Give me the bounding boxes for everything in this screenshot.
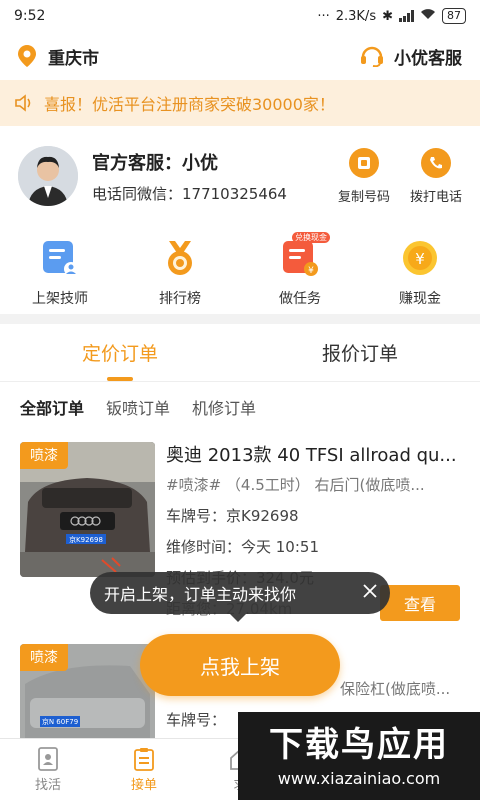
close-icon[interactable]: [362, 583, 378, 603]
top-bar: 重庆市 小优客服: [0, 32, 480, 80]
section-divider: [0, 314, 480, 324]
headset-icon: [361, 46, 383, 67]
status-time: 9:52: [14, 8, 46, 24]
customer-service-button[interactable]: 小优客服: [360, 44, 462, 69]
call-button[interactable]: 拨打电话: [409, 147, 462, 205]
nav-label: 找活: [34, 777, 61, 793]
nav-label: 接单: [130, 777, 157, 793]
plate-text: 京K92698: [69, 535, 103, 544]
location-selector[interactable]: 重庆市: [18, 44, 99, 69]
city-label: 重庆市: [48, 48, 99, 69]
task-doc-icon: ¥ 兑换现金: [280, 232, 330, 278]
menu-item-earn-cash[interactable]: ¥ 赚现金: [370, 238, 470, 312]
menu-label: 上架技师: [32, 291, 88, 307]
status-icons: ··· 2.3K/s ✱ 87: [317, 8, 466, 24]
contact-phone: 电话同微信：17710325464: [92, 184, 287, 203]
contact-name: 官方客服：小优: [92, 152, 218, 174]
listing-tooltip: 开启上架，订单主动来找你: [90, 572, 390, 622]
menu-item-tasks[interactable]: ¥ 兑换现金 做任务: [250, 232, 350, 312]
menu-label: 做任务: [279, 291, 321, 307]
profile-doc-icon: [38, 746, 58, 771]
filter-mechanical-orders[interactable]: 机修订单: [192, 395, 256, 419]
tooltip-text: 开启上架，订单主动来找你: [104, 585, 297, 604]
car-photo: 京K92698 喷漆: [20, 442, 155, 577]
avatar: [18, 146, 78, 206]
watermark: 下载鸟应用 www.xiazainiao.com: [238, 712, 480, 800]
watermark-url: www.xiazainiao.com: [277, 768, 441, 788]
menu-label: 赚现金: [399, 291, 441, 307]
order-plate: 车牌号：京K92698: [166, 507, 299, 525]
network-speed: 2.3K/s: [335, 8, 377, 24]
nav-find-work[interactable]: 找活: [0, 739, 96, 800]
order-title: 奥迪 2013款 40 TFSI allroad qu...: [166, 445, 457, 466]
filter-all-orders[interactable]: 全部订单: [20, 395, 84, 419]
bluetooth-icon: ✱: [382, 8, 393, 24]
copy-icon: [348, 147, 379, 178]
notice-banner[interactable]: 喜报！优活平台注册商家突破30000家！: [0, 80, 480, 126]
menu-item-list-technician[interactable]: 上架技师: [10, 238, 110, 312]
feature-menu: 上架技师 排行榜 ¥ 兑换现金 做任务 ¥ 赚现金: [0, 232, 480, 312]
call-label: 拨打电话: [409, 189, 462, 205]
svg-text:¥: ¥: [415, 250, 425, 268]
order-type-tabs: 定价订单 报价订单: [0, 324, 480, 382]
signal-icon: [399, 10, 414, 22]
svg-text:¥: ¥: [308, 266, 314, 276]
car-photo: 京N 60F79 喷漆: [20, 644, 155, 738]
contact-card: 官方客服：小优 电话同微信：17710325464 复制号码 拨打电话: [0, 134, 480, 218]
order-filter-tabs: 全部订单 钣喷订单 机修订单: [20, 392, 256, 422]
plate-text: 京N 60F79: [42, 717, 78, 726]
go-online-button[interactable]: 点我上架: [140, 634, 340, 696]
filter-body-paint-orders[interactable]: 钣喷订单: [106, 395, 170, 419]
copy-number-button[interactable]: 复制号码: [337, 147, 390, 205]
notice-text: 喜报！优活平台注册商家突破30000家！: [44, 95, 335, 114]
watermark-title: 下载鸟应用: [269, 724, 449, 765]
location-pin-icon: [18, 45, 36, 67]
menu-label: 排行榜: [159, 291, 201, 307]
status-bar: 9:52 ··· 2.3K/s ✱ 87: [0, 0, 480, 32]
wifi-icon: [420, 8, 436, 24]
tab-fixed-price-orders[interactable]: 定价订单: [0, 324, 240, 381]
tab-quote-orders[interactable]: 报价订单: [240, 324, 480, 381]
service-type-badge: 喷漆: [20, 442, 68, 469]
technician-doc-icon: [40, 238, 80, 278]
view-order-button[interactable]: 查看: [380, 585, 460, 621]
service-label: 小优客服: [394, 48, 462, 69]
service-type-badge: 喷漆: [20, 644, 68, 671]
order-service: #喷漆# （4.5工时） 右后门(做底喷...: [166, 476, 425, 494]
nav-take-orders[interactable]: 接单: [96, 739, 192, 800]
coin-icon: ¥: [400, 238, 440, 278]
phone-icon: [420, 147, 451, 178]
menu-item-ranking[interactable]: 排行榜: [130, 238, 230, 312]
redeem-cash-badge: 兑换现金: [292, 232, 330, 243]
battery-indicator: 87: [442, 8, 466, 24]
speaker-icon: [15, 94, 31, 112]
copy-number-label: 复制号码: [337, 189, 390, 205]
more-dots-icon: ···: [317, 8, 330, 24]
order-time: 维修时间：今天 10:51: [166, 538, 319, 556]
clipboard-icon: [134, 747, 154, 771]
medal-icon: [160, 238, 200, 278]
